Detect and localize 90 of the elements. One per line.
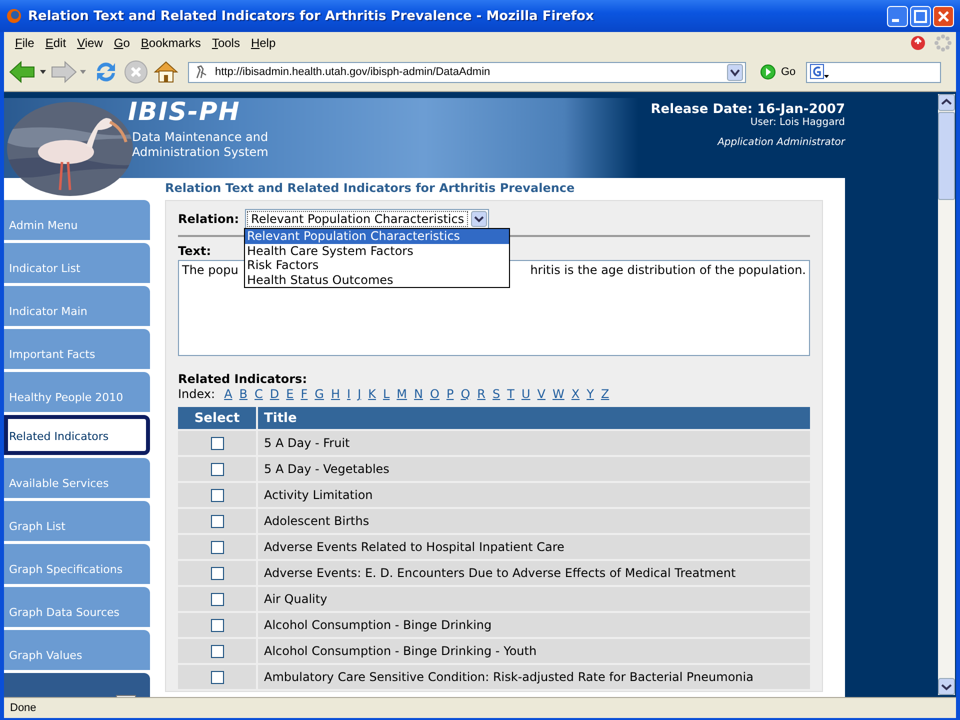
close-button[interactable] (933, 6, 954, 26)
index-link[interactable]: B (236, 387, 251, 401)
table-cell: Alcohol Consumption - Binge Drinking (258, 613, 810, 637)
dropdown-option[interactable]: Health Status Outcomes (245, 272, 509, 287)
alert-icon[interactable] (910, 34, 926, 50)
logo-subtitle: Administration System (131, 145, 268, 160)
checkbox[interactable] (210, 671, 224, 684)
go-icon (760, 64, 776, 80)
menu-item[interactable]: Bookmarks (136, 34, 207, 52)
index-link[interactable]: H (328, 387, 344, 401)
user-name: User: Lois Haggard (749, 117, 845, 128)
checkbox[interactable] (210, 645, 224, 658)
column-header: Title (258, 407, 810, 429)
checkbox[interactable] (210, 567, 224, 580)
field-label: Relation: (178, 212, 240, 226)
relation-select[interactable]: Relevant Population Characteristics (245, 209, 490, 229)
index-link[interactable]: C (252, 387, 266, 401)
index-link[interactable]: E (283, 387, 297, 401)
index-link[interactable]: T (504, 387, 518, 401)
dropdown-option[interactable]: Risk Factors (245, 258, 509, 272)
index-link[interactable]: X (568, 387, 583, 401)
index-link[interactable]: W (550, 387, 568, 401)
index-link[interactable]: D (266, 387, 282, 401)
index-link[interactable]: G (312, 387, 327, 401)
menu-item[interactable]: File (10, 34, 40, 52)
index-link[interactable]: R (474, 387, 489, 401)
page-heading: Relation Text and Related Indicators for Arthritis Prevalence (165, 180, 576, 197)
address-field[interactable]: http://ibisadmin.health.utah.gov/ibisph-admin/DataAdmin (188, 62, 746, 82)
index-link[interactable]: F (298, 387, 311, 401)
index-link[interactable]: L (380, 387, 393, 401)
index-link[interactable]: Q (458, 387, 474, 401)
sidebar-item[interactable]: Related Indicators (4, 415, 150, 455)
checkbox[interactable] (210, 463, 224, 476)
section-label: Related Indicators: (178, 372, 307, 386)
menu-item[interactable]: Help (246, 34, 282, 52)
back-arrow-icon[interactable] (8, 59, 48, 85)
search-engine-icon[interactable] (810, 64, 830, 80)
checkbox[interactable] (210, 541, 224, 554)
column-header: Select (178, 407, 256, 429)
index-link[interactable]: A (221, 387, 236, 401)
scroll-thumb[interactable] (938, 112, 955, 200)
table-cell: Ambulatory Care Sensitive Condition: Risk-adjusted Rate for Bacterial Pneumonia (258, 665, 810, 689)
user-role: Application Administrator (716, 137, 845, 148)
index-link[interactable]: P (443, 387, 457, 401)
menu-item[interactable]: Go (108, 34, 136, 52)
release-date: Release Date: 16-Jan-2007 (650, 102, 845, 117)
index-link[interactable]: M (394, 387, 410, 401)
field-label: Text: (178, 244, 212, 258)
scroll-up-icon[interactable] (938, 94, 955, 111)
index-link[interactable]: K (365, 387, 379, 401)
table-cell: Adolescent Births (258, 509, 810, 533)
index-link[interactable]: O (427, 387, 442, 401)
menu-item[interactable]: View (72, 34, 109, 52)
scrollbar[interactable] (938, 94, 955, 695)
table-cell: 5 A Day - Vegetables (258, 457, 810, 481)
index-link[interactable]: V (534, 387, 548, 401)
window-title: Relation Text and Related Indicators for Arthritis Prevalence - Mozilla Firefox (28, 8, 595, 24)
index-link[interactable]: Y (584, 387, 597, 401)
checkbox[interactable] (210, 593, 224, 606)
status-text: Done (10, 702, 36, 714)
dropdown-option[interactable]: Relevant Population Characteristics (245, 229, 509, 244)
checkbox[interactable] (210, 437, 224, 450)
checkbox[interactable] (210, 619, 224, 632)
search-field[interactable] (806, 62, 941, 82)
browser-icon (6, 8, 22, 24)
index-link[interactable]: Z (598, 387, 612, 401)
menu-item[interactable]: Edit (40, 34, 72, 52)
table-cell: Adverse Events Related to Hospital Inpatient Care (258, 535, 810, 559)
index-label: Index: (178, 387, 216, 401)
checkbox[interactable] (210, 489, 224, 502)
minimize-button[interactable] (887, 6, 908, 26)
logo-title: IBIS-PH (128, 98, 242, 126)
throbber-icon (934, 34, 952, 52)
index-link[interactable]: J (354, 387, 364, 401)
index-link[interactable]: U (518, 387, 534, 401)
scroll-down-icon[interactable] (938, 678, 955, 695)
index-link[interactable]: I (344, 387, 354, 401)
index-link[interactable]: N (411, 387, 426, 401)
menu-item[interactable]: Tools (206, 34, 246, 52)
maximize-button[interactable] (910, 6, 931, 26)
table-cell: Air Quality (258, 587, 810, 611)
table-cell: Activity Limitation (258, 483, 810, 507)
go-button[interactable]: Go (754, 64, 802, 80)
table-cell: Alcohol Consumption - Binge Drinking - Youth (258, 639, 810, 663)
table-cell: Adverse Events: E. D. Encounters Due to Adverse Effects of Medical Treatment (258, 561, 810, 585)
dropdown-option[interactable]: Health Care System Factors (245, 244, 509, 258)
logo-subtitle: Data Maintenance and (131, 130, 268, 145)
checkbox[interactable] (210, 515, 224, 528)
index-link[interactable]: S (490, 387, 504, 401)
table-cell: 5 A Day - Fruit (258, 431, 810, 455)
